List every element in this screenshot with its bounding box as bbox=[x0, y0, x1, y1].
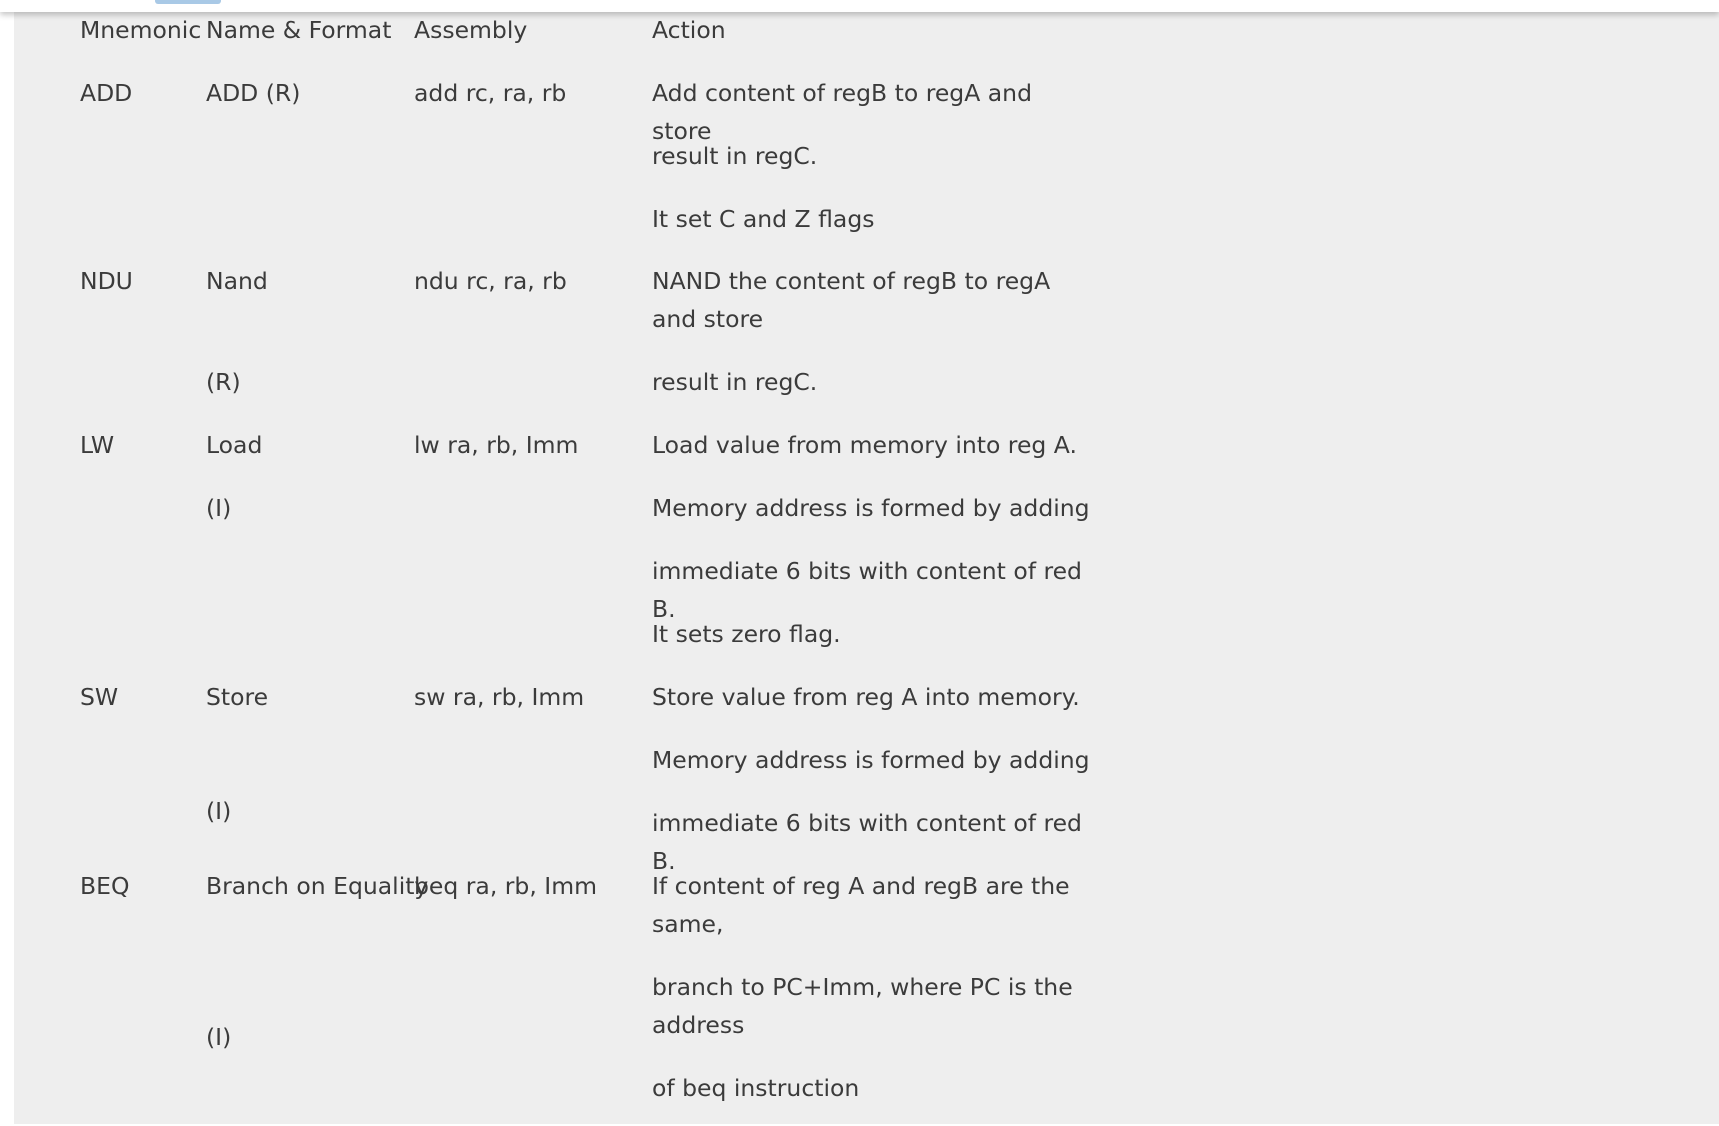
header-name-format: Name & Format bbox=[206, 16, 392, 44]
row-add-action-3: It set C and Z flags bbox=[652, 205, 875, 233]
top-tab-indicator bbox=[155, 0, 221, 4]
header-assembly: Assembly bbox=[414, 16, 528, 44]
row-lw-action-1: Load value from memory into reg A. bbox=[652, 431, 1077, 459]
row-ndu-action-2: result in regC. bbox=[652, 368, 818, 396]
row-lw-format: (I) bbox=[206, 494, 232, 522]
row-beq-action-2: branch to PC+Imm, where PC is the addres… bbox=[652, 973, 1073, 1039]
row-add-assembly: add rc, ra, rb bbox=[414, 79, 567, 107]
row-add-mnemonic: ADD bbox=[80, 79, 133, 107]
row-lw-assembly: lw ra, rb, Imm bbox=[414, 431, 579, 459]
row-lw-action-2: Memory address is formed by adding bbox=[652, 494, 1090, 522]
row-sw-mnemonic: SW bbox=[80, 683, 119, 711]
top-bar bbox=[0, 0, 1719, 12]
row-beq-action-3: of beq instruction bbox=[652, 1074, 860, 1102]
row-ndu-name: Nand bbox=[206, 267, 268, 295]
row-add-action-2: result in regC. bbox=[652, 142, 818, 170]
row-lw-mnemonic: LW bbox=[80, 431, 115, 459]
header-mnemonic: Mnemonic bbox=[80, 16, 202, 44]
row-beq-format: (I) bbox=[206, 1023, 232, 1051]
row-sw-action-2: Memory address is formed by adding bbox=[652, 746, 1090, 774]
row-sw-action-1: Store value from reg A into memory. bbox=[652, 683, 1080, 711]
row-beq-assembly: beq ra, rb, Imm bbox=[414, 872, 597, 900]
row-beq-mnemonic: BEQ bbox=[80, 872, 130, 900]
row-lw-action-4: It sets zero flag. bbox=[652, 620, 841, 648]
row-beq-name: Branch on Equality bbox=[206, 872, 429, 900]
row-beq-action-1: If content of reg A and regB are the sam… bbox=[652, 872, 1070, 938]
row-sw-assembly: sw ra, rb, Imm bbox=[414, 683, 585, 711]
row-ndu-action-1: NAND the content of regB to regA and sto… bbox=[652, 267, 1051, 333]
row-ndu-assembly: ndu rc, ra, rb bbox=[414, 267, 567, 295]
document-panel: Mnemonic Name & Format Assembly Action A… bbox=[14, 0, 1719, 1124]
row-sw-format: (I) bbox=[206, 797, 232, 825]
row-add-name: ADD (R) bbox=[206, 79, 301, 107]
header-action: Action bbox=[652, 16, 726, 44]
row-lw-name: Load bbox=[206, 431, 263, 459]
row-sw-name: Store bbox=[206, 683, 269, 711]
row-ndu-format: (R) bbox=[206, 368, 241, 396]
document-page: Mnemonic Name & Format Assembly Action A… bbox=[0, 0, 1719, 1126]
row-ndu-mnemonic: NDU bbox=[80, 267, 133, 295]
